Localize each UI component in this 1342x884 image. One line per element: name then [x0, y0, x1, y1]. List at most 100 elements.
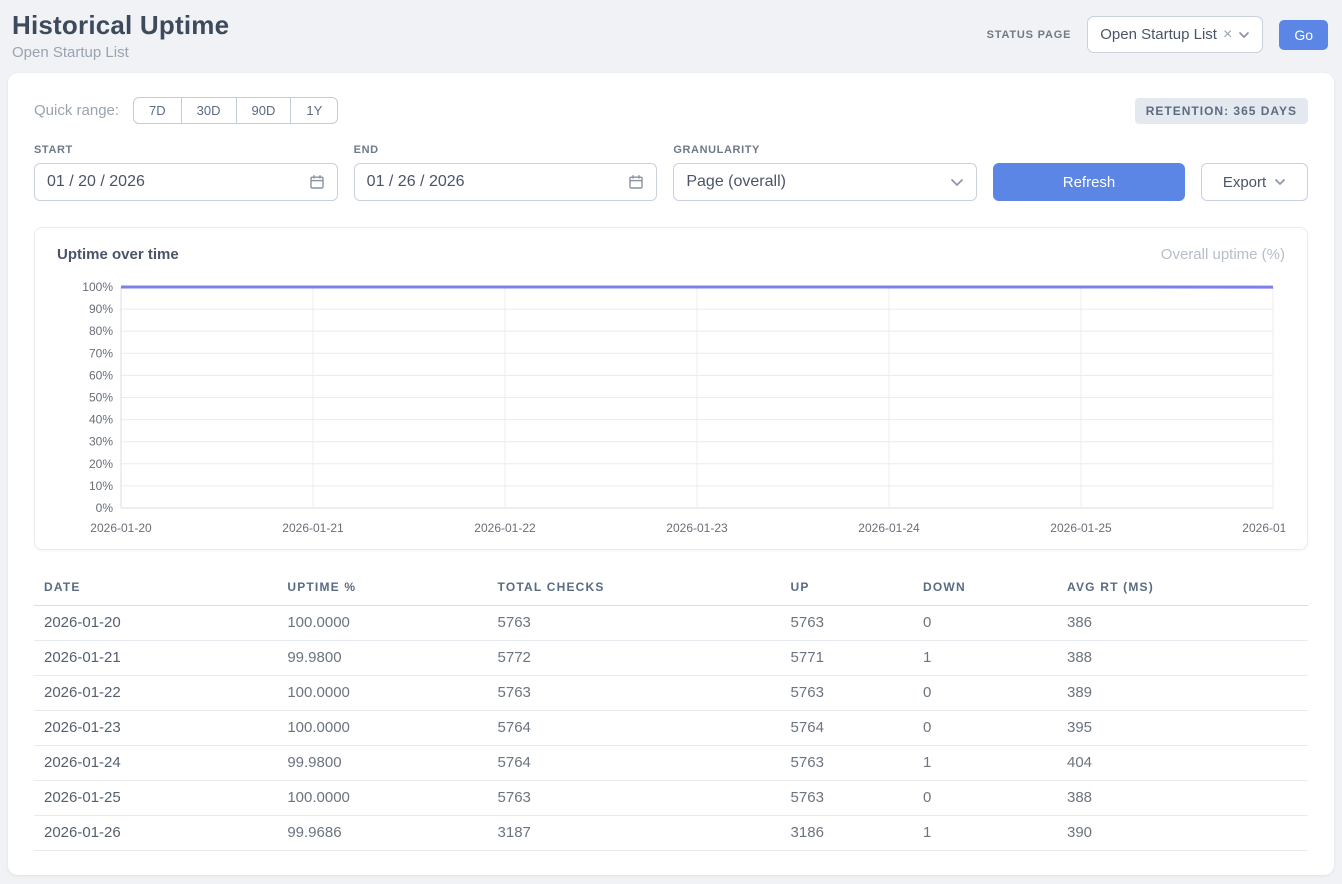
top-header: Historical Uptime Open Startup List STAT… [0, 0, 1342, 61]
cell-date: 2026-01-20 [34, 606, 277, 641]
cell-date: 2026-01-21 [34, 641, 277, 676]
status-page-label: STATUS PAGE [987, 29, 1072, 41]
status-page-selected-value: Open Startup List [1100, 26, 1217, 43]
table-row: 2026-01-25100.0000576357630388 [34, 781, 1308, 816]
clear-selection-icon[interactable]: × [1223, 27, 1232, 43]
granularity-field: GRANULARITY Page (overall) [673, 144, 977, 201]
cell-up: 5763 [781, 781, 913, 816]
cell-avg-rt: 404 [1057, 746, 1308, 781]
table-row: 2026-01-23100.0000576457640395 [34, 711, 1308, 746]
y-axis-tick-label: 0% [96, 501, 114, 515]
table-row: 2026-01-22100.0000576357630389 [34, 676, 1308, 711]
quick-range-label: Quick range: [34, 102, 119, 119]
x-axis-tick-label: 2026-01-25 [1050, 521, 1112, 535]
quick-range-90d[interactable]: 90D [236, 97, 291, 124]
table-row: 2026-01-2199.9800577257711388 [34, 641, 1308, 676]
cell-up: 3186 [781, 816, 913, 851]
y-axis-tick-label: 40% [89, 413, 113, 427]
quick-range-7d[interactable]: 7D [133, 97, 181, 124]
cell-down: 1 [913, 816, 1057, 851]
cell-date: 2026-01-25 [34, 781, 277, 816]
cell-down: 0 [913, 606, 1057, 641]
granularity-select[interactable]: Page (overall) [673, 163, 977, 201]
start-date-value: 01 / 20 / 2026 [47, 173, 145, 191]
export-button-label: Export [1223, 174, 1266, 191]
column-header-uptime-: UPTIME % [277, 574, 487, 606]
column-header-avg-rt-ms-: AVG RT (MS) [1057, 574, 1308, 606]
cell-uptime: 99.9800 [277, 641, 487, 676]
cell-uptime: 99.9800 [277, 746, 487, 781]
y-axis-tick-label: 70% [89, 346, 113, 360]
quick-range-group: 7D30D90D1Y [133, 97, 338, 124]
chart-legend[interactable]: Overall uptime (%) [1161, 246, 1285, 263]
uptime-table: DATEUPTIME %TOTAL CHECKSUPDOWNAVG RT (MS… [34, 574, 1308, 851]
cell-down: 1 [913, 746, 1057, 781]
column-header-total-checks: TOTAL CHECKS [488, 574, 781, 606]
status-page-select[interactable]: Open Startup List × [1087, 16, 1263, 53]
table-row: 2026-01-2699.9686318731861390 [34, 816, 1308, 851]
y-axis-tick-label: 100% [82, 280, 113, 294]
calendar-icon[interactable] [309, 174, 325, 190]
start-date-input[interactable]: 01 / 20 / 2026 [34, 163, 338, 201]
export-button[interactable]: Export [1201, 163, 1308, 201]
calendar-icon[interactable] [628, 174, 644, 190]
cell-avg-rt: 390 [1057, 816, 1308, 851]
cell-uptime: 100.0000 [277, 711, 487, 746]
x-axis-tick-label: 2026-01-26 [1242, 521, 1285, 535]
chevron-down-icon [1274, 178, 1286, 186]
cell-avg-rt: 388 [1057, 781, 1308, 816]
cell-up: 5763 [781, 676, 913, 711]
column-header-date: DATE [34, 574, 277, 606]
cell-date: 2026-01-22 [34, 676, 277, 711]
cell-total-checks: 5764 [488, 711, 781, 746]
x-axis-tick-label: 2026-01-23 [666, 521, 728, 535]
end-date-input[interactable]: 01 / 26 / 2026 [354, 163, 658, 201]
column-header-up: UP [781, 574, 913, 606]
start-date-field: START 01 / 20 / 2026 [34, 144, 338, 201]
x-axis-tick-label: 2026-01-21 [282, 521, 344, 535]
cell-avg-rt: 386 [1057, 606, 1308, 641]
table-header-row: DATEUPTIME %TOTAL CHECKSUPDOWNAVG RT (MS… [34, 574, 1308, 606]
end-date-label: END [354, 144, 658, 156]
y-axis-tick-label: 80% [89, 324, 113, 338]
cell-total-checks: 5763 [488, 781, 781, 816]
chevron-down-icon [950, 178, 964, 187]
cell-uptime: 99.9686 [277, 816, 487, 851]
cell-avg-rt: 395 [1057, 711, 1308, 746]
cell-date: 2026-01-23 [34, 711, 277, 746]
cell-avg-rt: 389 [1057, 676, 1308, 711]
uptime-chart-card: Uptime over time Overall uptime (%) 0%10… [34, 227, 1308, 550]
cell-total-checks: 5772 [488, 641, 781, 676]
y-axis-tick-label: 60% [89, 368, 113, 382]
quick-range-30d[interactable]: 30D [181, 97, 236, 124]
page-title: Historical Uptime [12, 10, 229, 41]
cell-uptime: 100.0000 [277, 606, 487, 641]
end-date-field: END 01 / 26 / 2026 [354, 144, 658, 201]
cell-up: 5763 [781, 606, 913, 641]
cell-down: 1 [913, 641, 1057, 676]
cell-uptime: 100.0000 [277, 676, 487, 711]
table-row: 2026-01-2499.9800576457631404 [34, 746, 1308, 781]
filter-fields-row: START 01 / 20 / 2026 END 01 / 26 / 2026 … [34, 144, 1308, 201]
table-row: 2026-01-20100.0000576357630386 [34, 606, 1308, 641]
chevron-down-icon [1238, 31, 1250, 39]
header-titles: Historical Uptime Open Startup List [12, 10, 229, 61]
granularity-label: GRANULARITY [673, 144, 977, 156]
cell-up: 5764 [781, 711, 913, 746]
go-button[interactable]: Go [1279, 20, 1328, 50]
refresh-button[interactable]: Refresh [993, 163, 1185, 201]
cell-down: 0 [913, 676, 1057, 711]
cell-total-checks: 5763 [488, 606, 781, 641]
uptime-chart-svg: 0%10%20%30%40%50%60%70%80%90%100%2026-01… [57, 277, 1285, 539]
page-subtitle: Open Startup List [12, 44, 229, 61]
x-axis-tick-label: 2026-01-22 [474, 521, 536, 535]
y-axis-tick-label: 30% [89, 435, 113, 449]
retention-badge: RETENTION: 365 DAYS [1135, 98, 1308, 124]
quick-range-row: Quick range: 7D30D90D1Y RETENTION: 365 D… [34, 97, 1308, 124]
end-date-value: 01 / 26 / 2026 [367, 173, 465, 191]
cell-down: 0 [913, 711, 1057, 746]
y-axis-tick-label: 50% [89, 391, 113, 405]
y-axis-tick-label: 90% [89, 302, 113, 316]
quick-range-1y[interactable]: 1Y [290, 97, 338, 124]
table-body: 2026-01-20100.00005763576303862026-01-21… [34, 606, 1308, 851]
